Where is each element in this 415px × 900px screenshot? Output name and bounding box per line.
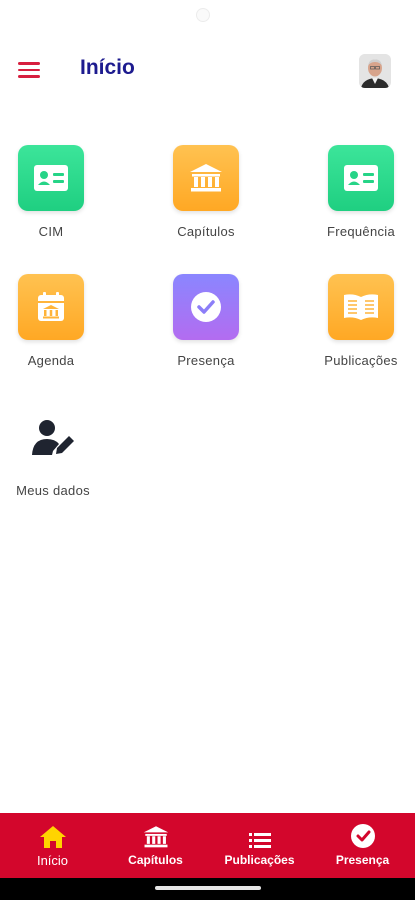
nav-label: Presença [335, 853, 390, 867]
nav-item-presenca[interactable]: Presença [311, 813, 414, 878]
nav-item-publicacoes[interactable]: Publicações [208, 813, 311, 878]
tile-label: CIM [38, 224, 64, 239]
tile-label: Publicações [324, 353, 398, 368]
user-edit-icon [20, 404, 86, 470]
tile-label: Meus dados [16, 483, 90, 498]
app-header: Início [0, 50, 415, 92]
calendar-icon [18, 274, 84, 340]
id-card-icon [328, 145, 394, 211]
page-title: Início [80, 56, 135, 79]
nav-label: Publicações [224, 853, 295, 867]
front-camera [196, 8, 210, 22]
tile-meus-dados[interactable]: Meus dados [3, 404, 103, 498]
institution-icon [104, 821, 207, 849]
home-icon [1, 821, 104, 849]
tile-label: Frequência [326, 224, 396, 239]
tile-cim[interactable]: CIM [1, 145, 101, 239]
hamburger-menu-icon[interactable] [18, 62, 40, 80]
tile-publicacoes[interactable]: Publicações [311, 274, 411, 368]
tile-label: Presença [177, 353, 235, 368]
tile-capitulos[interactable]: Capítulos [156, 145, 256, 239]
institution-icon [173, 145, 239, 211]
nav-item-capitulos[interactable]: Capítulos [104, 813, 207, 878]
list-icon [208, 821, 311, 849]
open-book-icon [328, 274, 394, 340]
check-circle-icon [311, 821, 414, 849]
tile-agenda[interactable]: Agenda [1, 274, 101, 368]
tile-label: Capítulos [177, 224, 235, 239]
tile-presenca[interactable]: Presença [156, 274, 256, 368]
tile-label: Agenda [27, 353, 75, 368]
nav-label: Início [36, 853, 69, 868]
nav-item-inicio[interactable]: Início [1, 813, 104, 878]
bottom-navigation: Início Capítulos Publicações Presença [0, 813, 415, 878]
check-circle-icon [173, 274, 239, 340]
id-card-icon [18, 145, 84, 211]
tile-frequencia[interactable]: Frequência [311, 145, 411, 239]
avatar[interactable] [359, 54, 391, 88]
nav-label: Capítulos [128, 853, 183, 867]
home-gesture-handle[interactable] [155, 886, 261, 890]
